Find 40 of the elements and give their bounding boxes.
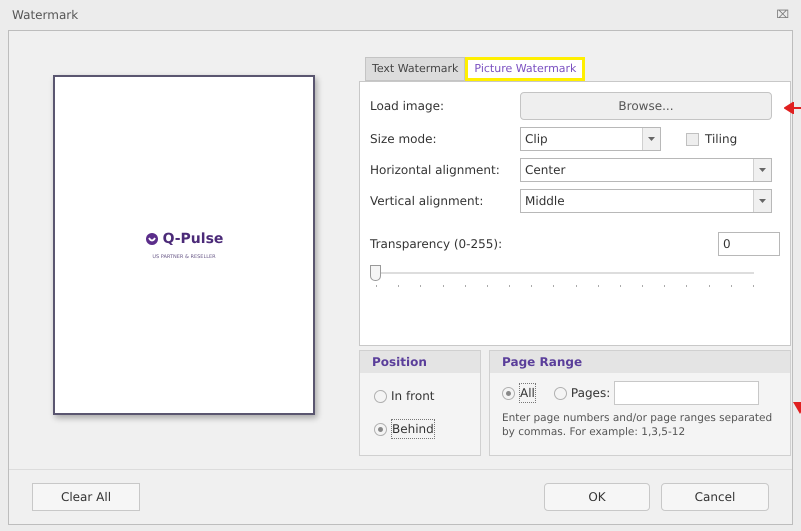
- dropdown[interactable]: Middle: [520, 189, 772, 213]
- radio-button[interactable]: [502, 386, 515, 400]
- cancel-button[interactable]: Cancel: [661, 483, 769, 511]
- field-label: Horizontal alignment:: [370, 162, 501, 179]
- checkbox[interactable]: [686, 132, 699, 146]
- ok-button[interactable]: OK: [544, 483, 650, 511]
- radio-label: All: [519, 383, 536, 403]
- tab[interactable]: Picture Watermark: [465, 57, 586, 81]
- field-label: Vertical alignment:: [370, 193, 484, 210]
- group-title: Page Range: [490, 351, 790, 373]
- logo-name: Q-Pulse: [162, 230, 224, 249]
- radio-label: In front: [391, 388, 435, 405]
- checkbox-label: Tiling: [705, 131, 738, 148]
- radio-label: Pages:: [570, 385, 610, 402]
- clear-all-button[interactable]: Clear All: [32, 483, 140, 511]
- field-label: Transparency (0-255):: [370, 236, 502, 253]
- field-label: Load image:: [370, 98, 446, 115]
- tab[interactable]: Text Watermark: [365, 57, 466, 81]
- dropdown[interactable]: Clip: [520, 127, 661, 151]
- caret-icon: [753, 190, 771, 212]
- caret-icon: [753, 159, 771, 181]
- close-button[interactable]: ⌧: [776, 6, 789, 24]
- browse-button[interactable]: Browse...: [520, 92, 772, 120]
- hint-text: Enter page numbers and/or page ranges separated by commas. For example: 1,3,5-12: [501, 411, 774, 439]
- logo-icon: [144, 232, 159, 246]
- window-title: Watermark: [12, 7, 78, 24]
- transparency-field[interactable]: 0: [718, 232, 780, 256]
- field-label: Size mode:: [370, 131, 438, 148]
- dropdown[interactable]: Center: [520, 158, 772, 182]
- radio-button[interactable]: [374, 390, 387, 402]
- radio-button[interactable]: [374, 422, 387, 436]
- dropdown-value: Center: [524, 162, 566, 179]
- radio-label: Behind: [391, 419, 435, 439]
- radio-button[interactable]: [554, 386, 567, 400]
- caret-icon: [642, 128, 660, 150]
- group-title: Position: [360, 351, 480, 373]
- dropdown-value: Clip: [524, 131, 549, 148]
- pages-field[interactable]: [614, 381, 760, 405]
- slider-thumb[interactable]: [370, 265, 381, 281]
- dropdown-value: Middle: [524, 193, 566, 210]
